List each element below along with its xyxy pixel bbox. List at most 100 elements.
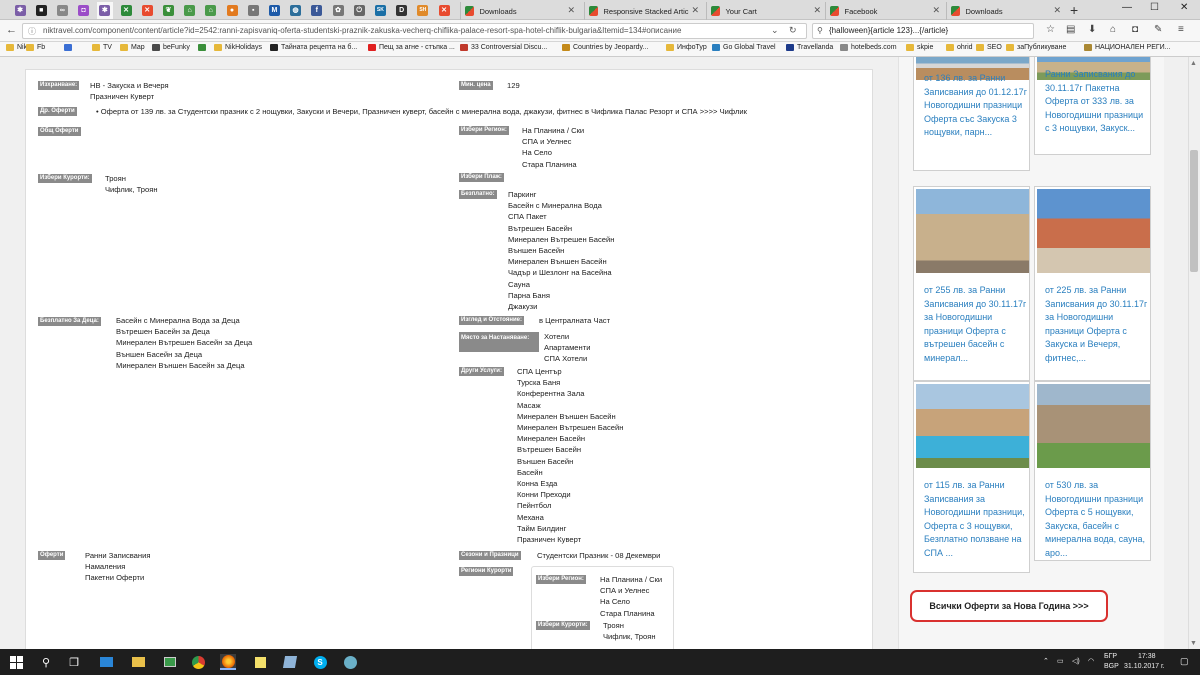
offer-card[interactable]: Ранни Записвания до 30.11.17г Пакетна Оф… <box>1034 57 1151 155</box>
offer-image[interactable] <box>1037 189 1150 273</box>
firefox-icon[interactable] <box>220 654 236 670</box>
bookmark-item[interactable]: 33 Controversial Discu... <box>460 44 547 51</box>
pinned-tab[interactable]: ⌂ <box>203 3 219 17</box>
info-icon[interactable]: ⓘ <box>28 26 36 37</box>
pocket-icon[interactable]: ◘ <box>1132 24 1138 35</box>
browser-tab[interactable]: Responsive Stacked Artic ✕ <box>584 2 706 20</box>
bookmark-item[interactable]: ИнфоТур <box>666 44 707 51</box>
pinned-tab[interactable]: ✕ <box>139 3 155 17</box>
bookmark-item[interactable]: Пещ за агне - стъпка ... <box>368 44 455 51</box>
extension-icon[interactable]: ✎ <box>1154 24 1162 35</box>
offer-card[interactable]: от 255 лв. за Ранни Записвания до 30.11.… <box>913 186 1030 381</box>
sticky-notes-icon[interactable] <box>252 654 268 670</box>
all-new-year-offers-button[interactable]: Всички Оферти за Нова Година >>> <box>910 590 1108 622</box>
minimize-button[interactable]: — <box>1122 2 1132 13</box>
bookmark-item[interactable]: hotelbeds.com <box>840 44 897 51</box>
offer-link[interactable]: Ранни Записвания до 30.11.17г Пакетна Оф… <box>1045 68 1148 136</box>
chrome-icon[interactable] <box>190 654 206 670</box>
pinned-tab[interactable]: ✱ <box>12 3 28 17</box>
pinned-tab[interactable]: ✿ <box>330 3 346 17</box>
offer-image[interactable] <box>916 384 1029 468</box>
offer-link[interactable]: от 136 лв. за Ранни Записвания до 01.12.… <box>924 72 1027 140</box>
offer-link[interactable]: от 255 лв. за Ранни Записвания до 30.11.… <box>924 284 1027 366</box>
task-view-icon[interactable]: ❐ <box>66 654 82 670</box>
reload-icon[interactable]: ↻ <box>789 25 797 36</box>
pinned-tab[interactable]: M <box>266 3 282 17</box>
offer-card[interactable]: от 225 лв. за Ранни Записвания до 30.11.… <box>1034 186 1151 381</box>
offer-card[interactable]: от 115 лв. за Ранни Записвания за Нового… <box>913 381 1030 573</box>
offer-image[interactable] <box>916 189 1029 273</box>
bookmark-item[interactable]: Countries by Jeopardy... <box>562 44 648 51</box>
bookmark-item[interactable]: Fb <box>26 44 45 51</box>
pinned-tab[interactable]: ⏻ <box>351 3 367 17</box>
pinned-tab[interactable]: ■ <box>33 3 49 17</box>
star-bookmark-icon[interactable]: ☆ <box>1046 24 1055 35</box>
bookmark-item[interactable]: Map <box>120 44 145 51</box>
pinned-tab[interactable]: ● <box>224 3 240 17</box>
menu-icon[interactable]: ≡ <box>1178 24 1184 35</box>
offer-card[interactable]: от 136 лв. за Ранни Записвания до 01.12.… <box>913 57 1030 171</box>
tray-time[interactable]: 17:38 <box>1138 653 1156 660</box>
offer-link[interactable]: от 530 лв. за Новогодишни празници Оферт… <box>1045 479 1148 561</box>
search-box[interactable]: ⚲ {halloween}{article 123}...{/article} <box>812 23 1034 39</box>
app-circle-icon[interactable] <box>342 654 358 670</box>
close-tab-icon[interactable]: ✕ <box>932 5 940 16</box>
close-tab-icon[interactable]: ✕ <box>813 5 821 16</box>
bookmark-item[interactable]: skpie <box>906 44 933 51</box>
back-arrow-icon[interactable]: ← <box>6 24 17 36</box>
scrollbar[interactable] <box>1188 57 1200 649</box>
tray-network-icon[interactable]: ▭ <box>1057 657 1064 665</box>
tray-wifi-icon[interactable]: ◠ <box>1088 657 1094 665</box>
pinned-tab[interactable]: ❦ <box>160 3 176 17</box>
pinned-tab[interactable]: ∞ <box>54 3 70 17</box>
browser-tab[interactable]: Your Cart ✕ <box>706 2 828 20</box>
home-icon[interactable]: ⌂ <box>1110 24 1116 35</box>
scroll-down-icon[interactable]: ▼ <box>1190 640 1197 647</box>
pinned-tab[interactable]: ◘ <box>76 3 92 17</box>
tray-chevron-icon[interactable]: ⌃ <box>1043 657 1049 665</box>
close-tab-icon[interactable]: ✕ <box>567 5 575 16</box>
skype-icon[interactable]: S <box>312 654 328 670</box>
tray-volume-icon[interactable]: ◁) <box>1072 657 1080 665</box>
pinned-tab[interactable]: f <box>309 3 325 17</box>
offer-link[interactable]: от 225 лв. за Ранни Записвания до 30.11.… <box>1045 284 1148 366</box>
pinned-tab[interactable]: SH <box>415 3 431 17</box>
browser-tab[interactable]: Downloads ✕ <box>460 2 582 20</box>
offer-link[interactable]: от 115 лв. за Ранни Записвания за Нового… <box>924 479 1027 561</box>
bookmark-item[interactable] <box>64 44 75 51</box>
bookmark-item[interactable]: Travellanda <box>786 44 833 51</box>
bookmark-item[interactable]: NikHolidays <box>214 44 262 51</box>
file-explorer-icon[interactable] <box>130 654 146 670</box>
scrollbar-thumb[interactable] <box>1190 150 1198 272</box>
download-icon[interactable]: ⬇ <box>1088 24 1096 35</box>
tray-language-top[interactable]: БГР <box>1104 653 1117 660</box>
bookmark-item[interactable]: ohrid <box>946 44 973 51</box>
address-bar[interactable]: ⓘ niktravel.com/component/content/articl… <box>22 23 807 39</box>
new-tab-button[interactable]: + <box>1070 2 1078 18</box>
bookmark-item[interactable]: Nik <box>6 44 27 51</box>
maximize-button[interactable]: ☐ <box>1150 2 1159 13</box>
close-tab-icon[interactable]: ✕ <box>1053 5 1061 16</box>
bookmark-item[interactable]: НАЦИОНАЛЕН РЕГИ... <box>1084 44 1171 51</box>
bookmark-item[interactable]: заПубликуване <box>1006 44 1066 51</box>
bookmark-item[interactable] <box>198 44 209 51</box>
bookmark-item[interactable]: SEO <box>976 44 1002 51</box>
offer-card[interactable]: от 530 лв. за Новогодишни празници Оферт… <box>1034 381 1151 561</box>
pinned-tab[interactable]: SK <box>372 3 388 17</box>
scroll-up-icon[interactable]: ▲ <box>1190 60 1197 67</box>
windows-start-icon[interactable] <box>8 654 24 670</box>
search-icon[interactable]: ⚲ <box>38 654 54 670</box>
pinned-tab[interactable]: ✕ <box>118 3 134 17</box>
pinned-tab[interactable]: ✕ <box>436 3 452 17</box>
notifications-icon[interactable]: ▢ <box>1180 656 1189 667</box>
close-tab-icon[interactable]: ✕ <box>691 5 699 16</box>
browser-tab[interactable]: Downloads ✕ <box>946 2 1068 20</box>
bookmark-item[interactable]: Go Global Travel <box>712 44 776 51</box>
photo-icon[interactable] <box>162 654 178 670</box>
pinned-tab[interactable]: ▪ <box>245 3 261 17</box>
pinned-tab[interactable]: ◍ <box>288 3 304 17</box>
pinned-tab[interactable]: ⌂ <box>182 3 198 17</box>
bookmark-item[interactable]: Тайната рецепта на б... <box>270 44 357 51</box>
app-icon[interactable] <box>282 654 298 670</box>
close-window-button[interactable]: ✕ <box>1180 2 1188 13</box>
